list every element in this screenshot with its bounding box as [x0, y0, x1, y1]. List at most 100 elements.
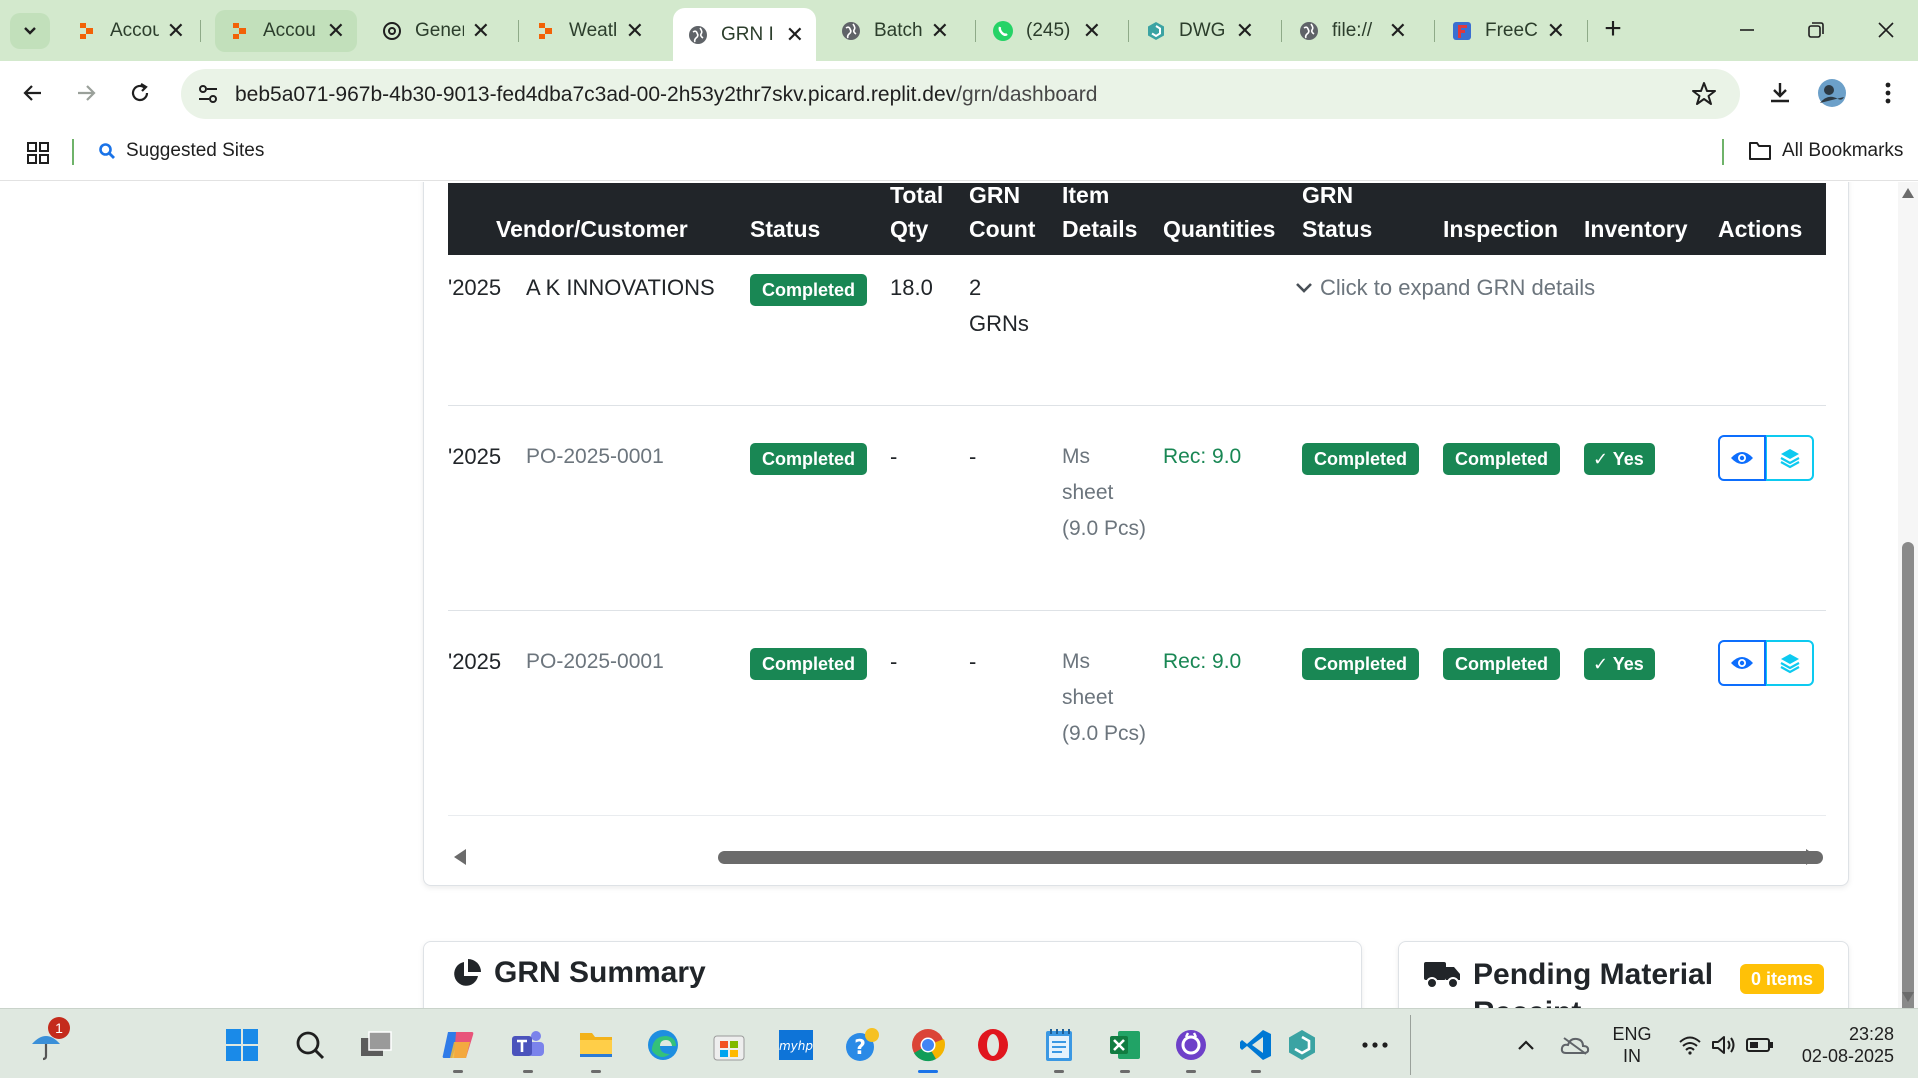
overflow-more-icon[interactable] — [1353, 1023, 1397, 1067]
forward-arrow-icon[interactable] — [66, 73, 106, 113]
grn-status-badge: Completed — [1302, 648, 1420, 680]
excel-icon[interactable] — [1103, 1023, 1147, 1073]
scroll-up-arrow-icon[interactable] — [1902, 188, 1914, 198]
site-info-icon[interactable] — [195, 81, 221, 107]
tab-search-button[interactable] — [10, 13, 50, 49]
get-help-icon[interactable]: ? — [840, 1023, 884, 1067]
check-icon: ✓ — [1593, 654, 1613, 674]
tab-1[interactable]: Accou ✕ — [62, 10, 197, 52]
bookmark-suggested-sites[interactable]: Suggested Sites — [98, 140, 264, 162]
close-tab-icon[interactable]: ✕ — [626, 20, 644, 42]
tab-10[interactable]: FreeC ✕ — [1437, 10, 1577, 52]
eye-icon — [1731, 657, 1753, 669]
inventory-badge: ✓ Yes — [1584, 648, 1655, 680]
task-view-icon[interactable] — [354, 1023, 398, 1067]
close-tab-icon[interactable]: ✕ — [1389, 20, 1407, 42]
close-tab-icon[interactable]: ✕ — [931, 20, 949, 42]
taskbar-indicator — [453, 1070, 463, 1073]
view-button[interactable] — [1718, 640, 1766, 686]
status-badge: Completed — [750, 443, 868, 475]
cell-grn-count: - — [969, 444, 977, 469]
tab-8[interactable]: DWG ✕ — [1131, 10, 1266, 52]
scroll-left-arrow-icon[interactable] — [454, 849, 466, 865]
chrome-icon[interactable] — [906, 1023, 950, 1073]
tray-overflow-chevron-icon[interactable] — [1504, 1023, 1548, 1067]
globe-icon — [1298, 20, 1320, 42]
minimize-icon[interactable] — [1727, 10, 1767, 50]
tab-separator — [1587, 20, 1588, 42]
copilot-icon[interactable] — [436, 1023, 480, 1073]
restore-icon[interactable] — [1796, 10, 1836, 50]
taskbar-search-icon[interactable] — [288, 1023, 332, 1067]
onedrive-icon[interactable] — [1553, 1023, 1597, 1067]
cell-item-3: (9.0 Pcs) — [1062, 722, 1147, 745]
cell-quantities: Rec: 9.0 — [1163, 445, 1242, 468]
download-icon[interactable] — [1760, 73, 1800, 113]
scroll-right-arrow-icon[interactable] — [1806, 849, 1818, 865]
opera-icon[interactable] — [971, 1023, 1015, 1067]
row-separator — [448, 405, 1826, 406]
new-tab-button[interactable]: + — [1598, 14, 1628, 46]
close-tab-icon[interactable]: ✕ — [1547, 20, 1565, 42]
tab-2[interactable]: Accou ✕ — [215, 10, 357, 52]
address-bar[interactable]: beb5a071-967b-4b30-9013-fed4dba7c3ad-00-… — [181, 69, 1740, 119]
taskbar-indicator — [523, 1070, 533, 1073]
vertical-scroll-thumb[interactable] — [1902, 542, 1914, 1008]
close-tab-icon[interactable]: ✕ — [786, 23, 804, 46]
start-button[interactable] — [220, 1023, 264, 1067]
browser-menu-icon[interactable] — [1868, 73, 1908, 113]
horizontal-scrollbar[interactable] — [448, 843, 1826, 871]
close-tab-icon[interactable]: ✕ — [1083, 20, 1101, 42]
notepad-icon[interactable] — [1037, 1023, 1081, 1073]
apps-grid-icon[interactable] — [26, 141, 50, 170]
pending-material-title: Pending Material Receipt — [1473, 958, 1714, 1008]
back-arrow-icon[interactable] — [13, 73, 53, 113]
myhp-icon[interactable]: myhp — [774, 1023, 818, 1067]
close-tab-icon[interactable]: ✕ — [1236, 20, 1254, 42]
svg-text:?: ? — [854, 1035, 866, 1059]
header-grn-count-2: Count — [969, 216, 1036, 242]
folder-icon — [1749, 142, 1771, 160]
vscode-icon[interactable] — [1234, 1023, 1278, 1073]
bookmark-star-icon[interactable] — [1690, 80, 1718, 108]
edge-icon[interactable] — [641, 1023, 685, 1067]
tab-separator — [200, 20, 201, 42]
view-button[interactable] — [1718, 435, 1766, 481]
globe-icon — [687, 24, 709, 46]
inventory-layers-button[interactable] — [1766, 640, 1814, 686]
taskbar-indicator — [591, 1070, 601, 1073]
all-bookmarks-button[interactable]: All Bookmarks — [1748, 140, 1903, 162]
tab-5-active[interactable]: GRN I ✕ — [673, 8, 816, 61]
vertical-scrollbar[interactable] — [1898, 182, 1918, 1008]
url-text[interactable]: beb5a071-967b-4b30-9013-fed4dba7c3ad-00-… — [235, 83, 1097, 107]
clock[interactable]: 23:28 02-08-2025 — [1790, 1023, 1894, 1067]
close-tab-icon[interactable]: ✕ — [472, 20, 490, 42]
header-total-qty-1: Total — [890, 182, 944, 208]
github-desktop-icon[interactable] — [1169, 1023, 1213, 1073]
tab-9[interactable]: file:// ✕ — [1284, 10, 1419, 52]
teams-icon[interactable] — [506, 1023, 550, 1073]
tab-3[interactable]: Gener ✕ — [367, 10, 502, 52]
taskbar-indicator-active — [918, 1070, 938, 1073]
expand-grn-details-toggle[interactable]: Click to expand GRN details — [1294, 270, 1595, 306]
replit-icon — [535, 20, 557, 42]
battery-icon[interactable] — [1738, 1023, 1782, 1067]
horizontal-scroll-thumb[interactable] — [718, 851, 1823, 864]
pending-items-badge: 0 items — [1740, 964, 1825, 994]
close-window-icon[interactable] — [1866, 10, 1906, 50]
profile-avatar[interactable] — [1812, 73, 1852, 113]
tab-7[interactable]: (245) ✕ — [978, 10, 1113, 52]
file-explorer-icon[interactable] — [574, 1023, 618, 1073]
eye-icon — [1731, 452, 1753, 464]
weather-widget[interactable]: 1 — [24, 1017, 70, 1067]
reload-icon[interactable] — [120, 73, 160, 113]
scroll-down-arrow-icon[interactable] — [1902, 992, 1914, 1002]
microsoft-store-icon[interactable] — [707, 1023, 751, 1067]
dwg-app-icon[interactable] — [1280, 1023, 1324, 1067]
inventory-layers-button[interactable] — [1766, 435, 1814, 481]
tab-6[interactable]: Batch ✕ — [826, 10, 961, 52]
tab-4[interactable]: Weatl ✕ — [521, 10, 656, 52]
close-tab-icon[interactable]: ✕ — [327, 20, 345, 42]
language-indicator[interactable]: ENG IN — [1610, 1023, 1654, 1067]
close-tab-icon[interactable]: ✕ — [167, 20, 185, 42]
